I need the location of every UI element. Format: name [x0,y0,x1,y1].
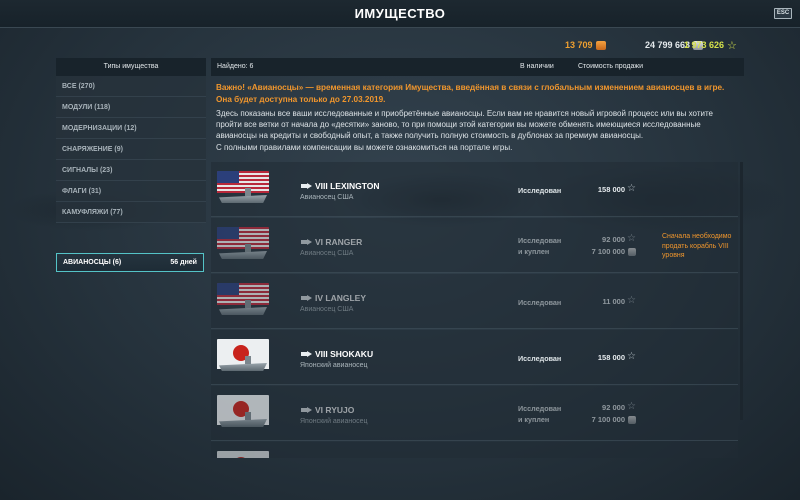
star-icon: ☆ [627,183,636,194]
sidebar-item-camouflages[interactable]: КАМУФЛЯЖИ (77) [56,202,206,223]
star-icon: ☆ [627,401,636,412]
ship-status: Исследован и куплен [518,403,561,425]
description-line: авианосцы на кредиты и свободный опыт, а… [216,131,644,141]
esc-button[interactable]: ESC [774,8,792,19]
us-flag-icon [217,283,269,305]
doubloon-icon [595,40,606,50]
star-icon: ☆ [627,295,636,306]
list-header: Найдено: 6 В наличии Стоимость продажи [211,58,744,76]
sidebar-item-signals[interactable]: СИГНАЛЫ (23) [56,160,206,181]
ship-name: VI RYUJO [315,405,355,415]
description-line: пройти все ветки от начала до «десятки» … [216,120,701,130]
description-line: С полными правилами компенсации вы может… [216,142,513,152]
ship-name: VIII LEXINGTON [315,181,380,191]
column-sale-price: Стоимость продажи [578,63,643,70]
sidebar-item-upgrades[interactable]: МОДЕРНИЗАЦИИ (12) [56,118,206,139]
ship-name: VIII SHOKAKU [315,349,374,359]
found-count: Найдено: 6 [217,63,254,70]
doubloons-value: 13 709 [565,40,593,50]
star-icon: ☆ [627,233,636,244]
sidebar-item-flags[interactable]: ФЛАГИ (31) [56,181,206,202]
carrier-class-icon [301,407,312,413]
credits-price: 7 100 000 [591,415,625,424]
ship-tower [245,244,251,252]
ship-tower [245,412,251,420]
xp-price: 158 000 [597,353,625,362]
ship-type: Авианосец США [300,306,354,313]
ship-status-line: Исследован [518,404,562,413]
ship-type: Японский авианосец [300,362,368,369]
free-xp-balance: 1 973 626 ☆ [684,38,737,52]
ship-row[interactable]: VI RYUJO Японский авианосец Исследован и… [211,386,738,441]
ship-list: VIII LEXINGTON Авианосец США Исследован … [211,162,744,458]
carrier-class-icon [301,295,312,301]
ship-status: Исследован и куплен [518,235,561,257]
ship-status-line: Исследован [518,236,562,245]
ship-hull [219,251,267,259]
ship-status-line: и куплен [518,415,550,424]
xp-price: 92 000 [602,235,625,244]
top-bar: ИМУЩЕСТВО ESC [0,0,800,28]
sidebar-item-carriers[interactable]: АВИАНОСЦЫ (6) 56 дней [56,253,204,272]
ship-tower [245,300,251,308]
sidebar-item-modules[interactable]: МОДУЛИ (118) [56,97,206,118]
ship-image [217,395,269,429]
page-title: ИМУЩЕСТВО [354,6,446,21]
description: Здесь показаны все ваши исследованные и … [216,108,741,153]
notice-text: Важно! «Авианосцы» — временная категория… [216,83,725,104]
ship-row[interactable]: IV LANGLEY Авианосец США Исследован 11 0… [211,274,738,329]
carrier-class-icon [301,351,312,357]
ship-image [217,171,269,205]
scrollbar[interactable] [740,162,743,420]
carrier-class-icon [301,183,312,189]
scrollbar-thumb[interactable] [740,162,743,420]
us-flag-icon [217,227,269,249]
ship-hull [219,195,267,203]
ship-row-partial[interactable] [211,442,738,458]
ship-image [217,283,269,317]
ship-type: Японский авианосец [300,418,368,425]
free-xp-value: 1 973 626 [684,40,725,50]
description-line: Здесь показаны все ваши исследованные и … [216,109,713,118]
ship-status-line: и куплен [518,247,550,256]
sidebar-item-all[interactable]: ВСЕ (270) [56,76,206,97]
credits-icon [628,248,636,256]
star-icon: ☆ [727,39,737,52]
sidebar-item-carriers-label: АВИАНОСЦЫ (6) [63,259,122,266]
sidebar-item-carriers-days: 56 дней [170,259,197,266]
ship-status: Исследован [518,354,562,363]
ship-tower [245,356,251,364]
ship-status: Исследован [518,186,562,195]
ship-row[interactable]: VI RANGER Авианосец США Исследован и куп… [211,218,738,273]
japan-flag-icon [217,451,269,458]
ship-row[interactable]: VIII SHOKAKU Японский авианосец Исследов… [211,330,738,385]
credits-icon [628,416,636,424]
doubloons-balance: 13 709 [565,38,606,52]
credits-price: 7 100 000 [591,247,625,256]
xp-price: 158 000 [597,185,625,194]
ship-hull [219,307,267,315]
ship-status: Исследован [518,298,562,307]
ship-type: Авианосец США [300,250,354,257]
ship-name: VI RANGER [315,237,363,247]
column-available: В наличии [520,63,554,70]
ship-type: Авианосец США [300,194,354,201]
sidebar-item-consumables[interactable]: СНАРЯЖЕНИЕ (9) [56,139,206,160]
star-icon: ☆ [627,351,636,362]
sidebar-header: Типы имущества [56,58,206,76]
xp-price: 92 000 [602,403,625,412]
carrier-class-icon [301,239,312,245]
ship-tower [245,188,251,196]
ship-image [217,451,269,458]
ship-image [217,227,269,261]
us-flag-icon [217,171,269,193]
ship-row[interactable]: VIII LEXINGTON Авианосец США Исследован … [211,162,738,217]
xp-price: 11 000 [602,297,625,306]
sell-warning: Сначала необходимо продать корабль VIII … [662,233,732,259]
ship-image [217,339,269,373]
ship-name: IV LANGLEY [315,293,367,303]
